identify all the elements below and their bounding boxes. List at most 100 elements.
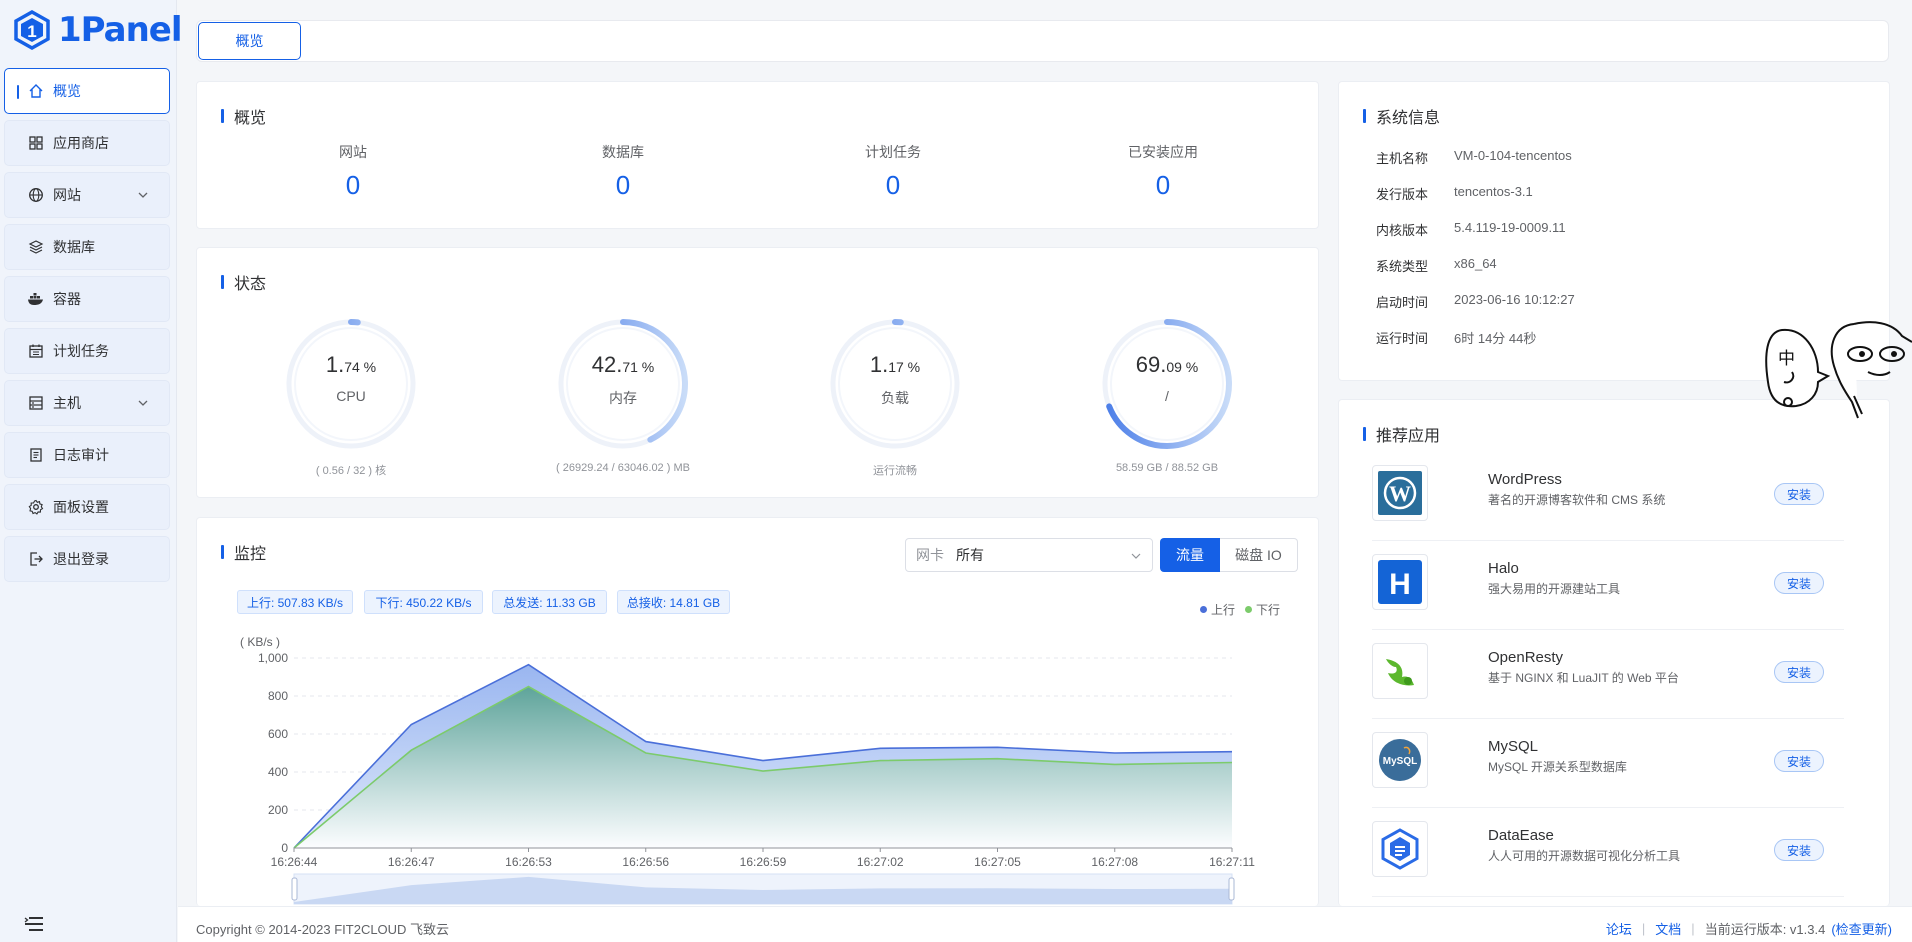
- x-tick-label: 16:26:56: [622, 855, 669, 869]
- home-icon: [27, 82, 45, 100]
- zoom-handle-left: [291, 877, 298, 901]
- system-info-key: 内核版本: [1376, 223, 1429, 238]
- brand-name: 1Panel: [58, 10, 183, 50]
- x-tick-label: 16:27:11: [1209, 855, 1255, 869]
- upload-rate-chip: 上行: 507.83 KB/s: [237, 590, 353, 614]
- app-name: OpenResty: [1488, 649, 1564, 666]
- halo-icon[interactable]: H: [1372, 554, 1428, 610]
- collapse-menu-icon[interactable]: [24, 916, 44, 935]
- nic-select-value: 所有: [956, 547, 984, 563]
- gauge-sub: ( 0.56 / 32 ) 核: [315, 465, 387, 477]
- overview-item-cron[interactable]: 计划任务 0: [793, 142, 993, 201]
- logo[interactable]: 1 1Panel: [12, 10, 183, 50]
- system-info-key: 启动时间: [1376, 295, 1429, 310]
- docs-link[interactable]: 文档: [1655, 919, 1681, 938]
- gauge-name: CPU: [336, 388, 366, 404]
- layers-icon: [27, 238, 45, 256]
- system-info-row: 主机名称 VM-0-104-tencentos: [1376, 148, 1572, 167]
- sidebar-item-log-audit[interactable]: 日志审计: [4, 432, 170, 478]
- sidebar-item-logout[interactable]: 退出登录: [4, 536, 170, 582]
- app-name: WordPress: [1488, 471, 1562, 488]
- gauge-ring: [558, 319, 688, 449]
- x-tick-label: 16:26:44: [271, 855, 318, 869]
- tab-overview[interactable]: 概览: [198, 22, 301, 60]
- app-desc: 人人可用的开源数据可视化分析工具: [1488, 849, 1681, 863]
- sidebar-item-label: 应用商店: [53, 135, 109, 151]
- sidebar-item-cron[interactable]: 计划任务: [4, 328, 170, 374]
- log-icon: [27, 446, 45, 464]
- traffic-button[interactable]: 流量: [1160, 538, 1220, 572]
- install-button[interactable]: 安装: [1774, 661, 1824, 683]
- sidebar-item-settings[interactable]: 面板设置: [4, 484, 170, 530]
- overview-label: 数据库: [602, 144, 644, 160]
- y-tick-label: 800: [268, 689, 288, 703]
- wordpress-icon[interactable]: W: [1372, 465, 1428, 521]
- gauge-name: /: [1165, 388, 1169, 404]
- app-item-dataease: DataEase 人人可用的开源数据可视化分析工具 安装: [1372, 809, 1844, 897]
- nic-select[interactable]: 网卡 所有: [905, 538, 1153, 572]
- app-desc: 强大易用的开源建站工具: [1488, 582, 1621, 596]
- mysql-icon[interactable]: MySQL: [1372, 732, 1428, 788]
- gauge-memory: 42.71 % 内存: [553, 316, 693, 452]
- system-info-row: 系统类型 x86_64: [1376, 256, 1497, 275]
- gauge-cpu: 1.74 % CPU: [281, 316, 421, 452]
- total-received-chip: 总接收: 14.81 GB: [617, 590, 730, 614]
- sidebar-item-host[interactable]: 主机: [4, 380, 170, 426]
- system-info-value: VM-0-104-tencentos: [1454, 148, 1572, 163]
- gauge-ring: [830, 319, 960, 449]
- dataease-icon[interactable]: [1372, 821, 1428, 877]
- doodle-char: 中: [1778, 349, 1795, 368]
- gauge-ring: [1102, 319, 1232, 449]
- sidebar-item-app-store[interactable]: 应用商店: [4, 120, 170, 166]
- system-info-key: 发行版本: [1376, 187, 1429, 202]
- traffic-chart: ( KB/s ) 1,000 800 600 400 200 016:26:44 16:26:…: [240, 635, 1255, 905]
- gauge-value: 69.09 %: [1135, 352, 1199, 377]
- sidebar-item-label: 主机: [53, 395, 81, 411]
- install-button[interactable]: 安装: [1774, 750, 1824, 772]
- overview-item-website[interactable]: 网站 0: [253, 142, 453, 201]
- legend-down-label: 下行: [1256, 603, 1281, 617]
- x-tick-label: 16:26:59: [740, 855, 787, 869]
- forum-link[interactable]: 论坛: [1606, 919, 1632, 938]
- gauge-name: 内存: [609, 390, 637, 406]
- overview-value: 0: [885, 170, 901, 200]
- docker-icon: [27, 290, 45, 308]
- sidebar-item-website[interactable]: 网站: [4, 172, 170, 218]
- install-button[interactable]: 安装: [1774, 839, 1824, 861]
- system-info-row: 运行时间 6时 14分 44秒: [1376, 328, 1536, 347]
- sidebar-menu: 概览 应用商店 网站 数据库 容器 计划任务 主机 日志审计 面板设置 退出登录: [4, 68, 170, 588]
- overview-item-database[interactable]: 数据库 0: [523, 142, 723, 201]
- sidebar-item-container[interactable]: 容器: [4, 276, 170, 322]
- sidebar-item-label: 概览: [53, 83, 81, 99]
- y-tick-label: 600: [268, 727, 288, 741]
- system-info-key: 系统类型: [1376, 259, 1429, 274]
- install-button[interactable]: 安装: [1774, 483, 1824, 505]
- sidebar-item-overview[interactable]: 概览: [4, 68, 170, 114]
- overview-value: 0: [615, 170, 631, 200]
- system-info-value: 6时 14分 44秒: [1454, 331, 1537, 346]
- app-item-wordpress: W WordPress 著名的开源博客软件和 CMS 系统 安装: [1372, 453, 1844, 541]
- y-tick-label: 1,000: [258, 651, 288, 665]
- svg-text:1: 1: [27, 22, 36, 41]
- logout-icon: [27, 550, 45, 568]
- overview-title: 概览: [221, 104, 266, 128]
- check-update-link[interactable]: (检查更新): [1831, 919, 1892, 938]
- openresty-icon[interactable]: [1372, 643, 1428, 699]
- system-info-value: x86_64: [1454, 256, 1497, 271]
- app-item-mysql: MySQL MySQL MySQL 开源关系型数据库 安装: [1372, 720, 1844, 808]
- app-desc: 基于 NGINX 和 LuaJIT 的 Web 平台: [1488, 671, 1679, 685]
- total-sent-chip: 总发送: 11.33 GB: [492, 590, 607, 614]
- system-info-row: 启动时间 2023-06-16 10:12:27: [1376, 292, 1575, 311]
- footer-links: 论坛 | 文档 | 当前运行版本: v1.3.4 (检查更新): [1606, 919, 1892, 938]
- disk-io-button[interactable]: 磁盘 IO: [1220, 538, 1298, 572]
- gauge-name: 负载: [881, 390, 909, 406]
- system-info-value: tencentos-3.1: [1454, 184, 1533, 199]
- sidebar-item-label: 数据库: [53, 239, 95, 255]
- sidebar-item-database[interactable]: 数据库: [4, 224, 170, 270]
- monitor-toggle-group: 流量 磁盘 IO: [1160, 538, 1298, 572]
- sidebar-item-label: 退出登录: [53, 551, 109, 567]
- footer: Copyright © 2014-2023 FIT2CLOUD 飞致云 论坛 |…: [178, 906, 1912, 942]
- gear-icon: [27, 498, 45, 516]
- install-button[interactable]: 安装: [1774, 572, 1824, 594]
- overview-item-installed-apps[interactable]: 已安装应用 0: [1063, 142, 1263, 201]
